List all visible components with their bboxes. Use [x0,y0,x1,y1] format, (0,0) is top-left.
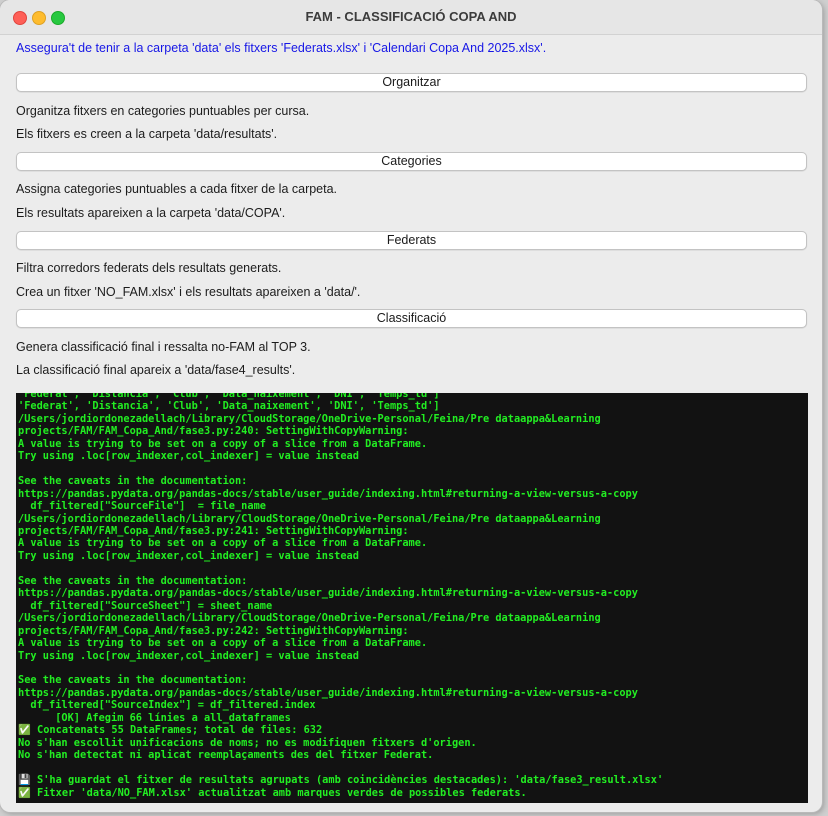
console-line: Try using .loc[row_indexer,col_indexer] … [18,649,359,662]
console-line: Try using .loc[row_indexer,col_indexer] … [18,549,359,562]
console-line: [OK] Afegim 66 línies a all_dataframes [18,711,291,724]
console-line: df_filtered["SourceFile"] = file_name [18,500,266,513]
organitzar-description-1: Organitza fitxers en categories puntuabl… [16,104,310,118]
console-line: df_filtered["SourceSheet"] = sheet_name [18,599,273,612]
console-line: A value is trying to be set on a copy of… [18,437,428,450]
console-line: https://pandas.pydata.org/pandas-docs/st… [18,487,638,500]
console-log-text: 'Federat', 'Distancia', 'Club', 'Data_na… [16,393,663,799]
console-line: A value is trying to be set on a copy of… [18,537,428,550]
console-line: No s'han escollit unificacions de noms; … [18,736,477,749]
console-line: 'Federat', 'Distancia', 'Club', 'Data_na… [18,393,440,400]
console-line: projects/FAM/FAM_Copa_And/fase3.py:242: … [18,624,409,637]
app-window: FAM - CLASSIFICACIÓ COPA AND Assegura't … [0,0,822,812]
window-title: FAM - CLASSIFICACIÓ COPA AND [305,9,517,24]
console-line: See the caveats in the documentation: [18,674,248,687]
title-bar: FAM - CLASSIFICACIÓ COPA AND [0,0,822,35]
classificacio-description-2: La classificació final apareix a 'data/f… [16,363,296,377]
organitzar-description-2: Els fitxers es creen a la carpeta 'data/… [16,127,278,141]
console-line: df_filtered["SourceIndex"] = df_filtered… [18,699,316,712]
console-line: /Users/jordiordonezadellach/Library/Clou… [18,412,601,425]
federats-button[interactable]: Federats [16,231,807,250]
console-line: No s'han detectat ni aplicat reemplaçame… [18,749,434,762]
console-line: ✅ Concatenats 55 DataFrames; total de fi… [18,724,323,737]
console-line: See the caveats in the documentation: [18,475,248,488]
console-line: A value is trying to be set on a copy of… [18,637,428,650]
console-line: https://pandas.pydata.org/pandas-docs/st… [18,587,638,600]
classificacio-description-1: Genera classificació final i ressalta no… [16,340,311,354]
requirements-notice: Assegura't de tenir a la carpeta 'data' … [16,41,547,55]
console-line: ✅ Fitxer 'data/NO_FAM.xlsx' actualitzat … [18,786,527,799]
organitzar-button[interactable]: Organitzar [16,73,807,92]
console-line: https://pandas.pydata.org/pandas-docs/st… [18,686,638,699]
federats-description-2: Crea un fitxer 'NO_FAM.xlsx' i els resul… [16,285,361,299]
federats-description-1: Filtra corredors federats dels resultats… [16,261,282,275]
console-line: /Users/jordiordonezadellach/Library/Clou… [18,612,601,625]
console-line: Try using .loc[row_indexer,col_indexer] … [18,450,359,463]
console-line: 'Federat', 'Distancia', 'Club', 'Data_na… [18,400,440,413]
categories-description-2: Els resultats apareixen a la carpeta 'da… [16,206,286,220]
classificacio-button[interactable]: Classificació [16,309,807,328]
categories-description-1: Assigna categories puntuables a cada fit… [16,182,338,196]
console-line: /Users/jordiordonezadellach/Library/Clou… [18,512,601,525]
output-console[interactable]: 'Federat', 'Distancia', 'Club', 'Data_na… [16,393,808,803]
categories-button[interactable]: Categories [16,152,807,171]
console-line: projects/FAM/FAM_Copa_And/fase3.py:241: … [18,524,409,537]
console-line: 💾 S'ha guardat el fitxer de resultats ag… [18,774,664,787]
console-line: projects/FAM/FAM_Copa_And/fase3.py:240: … [18,425,409,438]
console-line: See the caveats in the documentation: [18,574,248,587]
